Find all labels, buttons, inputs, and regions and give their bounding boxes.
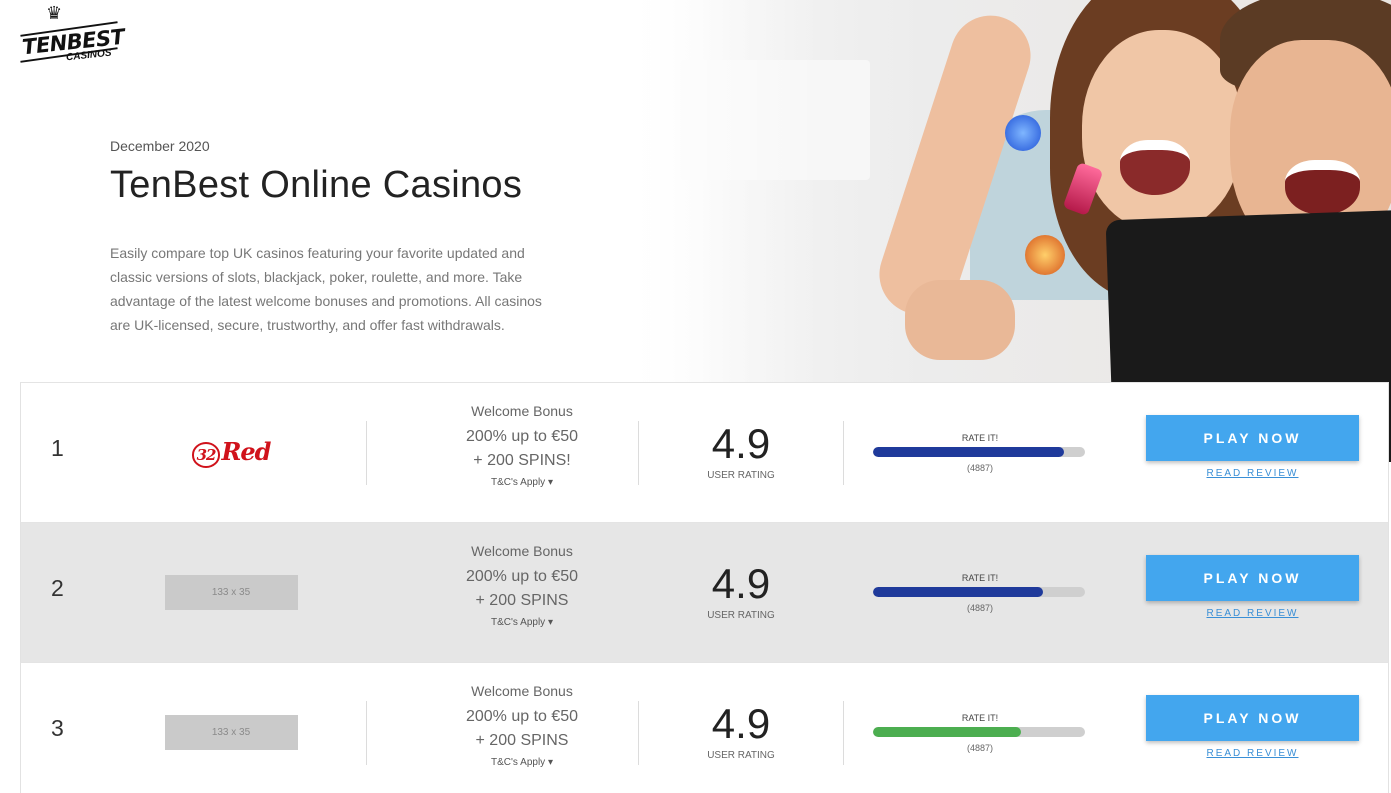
play-now-button[interactable]: PLAY NOW [1146, 555, 1359, 601]
play-now-button[interactable]: PLAY NOW [1146, 695, 1359, 741]
bonus-line-1: 200% up to €50 [465, 568, 579, 585]
hero-date: December 2020 [110, 138, 210, 154]
rate-it-label: RATE IT! [961, 713, 999, 723]
rating-value: 4.9 [711, 560, 771, 607]
divider [843, 701, 844, 765]
bonus-text: 200% up to €50 + 200 SPINS! [386, 425, 658, 473]
caret-down-icon: ▾ [547, 757, 553, 768]
bonus-cell: Welcome Bonus 200% up to €50 + 200 SPINS… [386, 543, 658, 628]
rating-bar[interactable] [873, 727, 1085, 737]
user-rating: 4.9 USER RATING [681, 698, 801, 761]
rating-value: 4.9 [711, 700, 771, 747]
casino-row: 1 32 Red Welcome Bonus 200% up to €50 + 2… [20, 382, 1389, 522]
crown-icon: ♛ [46, 3, 63, 23]
rate-it-label: RATE IT! [961, 433, 999, 443]
caret-down-icon: ▾ [547, 617, 553, 628]
user-rating: 4.9 USER RATING [681, 558, 801, 621]
hero-description: Easily compare top UK casinos featuring … [110, 245, 542, 333]
user-rating: 4.9 USER RATING [681, 418, 801, 481]
casino-logo[interactable]: 133 x 35 [161, 573, 301, 611]
page: ♛ TENBEST CASINOS December 2020 TenBest … [0, 0, 1391, 793]
divider [638, 701, 639, 765]
rating-bar-fill [873, 587, 1043, 597]
rating-label: USER RATING [707, 610, 775, 621]
bonus-text: 200% up to €50 + 200 SPINS [386, 565, 658, 613]
rating-value: 4.9 [711, 420, 771, 467]
rating-count: (4887) [966, 463, 993, 473]
rating-label: USER RATING [707, 750, 775, 761]
casino-logo[interactable]: 133 x 35 [161, 713, 301, 751]
rank-number: 3 [51, 715, 64, 741]
casino-list: 1 32 Red Welcome Bonus 200% up to €50 + 2… [20, 382, 1389, 793]
rating-bar-fill [873, 447, 1064, 457]
rank-number: 2 [51, 575, 64, 601]
rank-number: 1 [51, 435, 64, 461]
hero-text: December 2020 TenBest Online Casinos Eas… [110, 138, 550, 337]
divider [843, 421, 844, 485]
bonus-line-2: + 200 SPINS! [473, 452, 571, 469]
bonus-line-2: + 200 SPINS [475, 592, 569, 609]
bonus-line-1: 200% up to €50 [465, 708, 579, 725]
divider [366, 561, 367, 625]
site-logo[interactable]: ♛ TENBEST CASINOS [20, 3, 126, 66]
rating-bar-fill [873, 727, 1022, 737]
rating-label: USER RATING [707, 470, 775, 481]
rate-it-widget[interactable]: RATE IT! (4887) [873, 713, 1087, 753]
rate-it-widget[interactable]: RATE IT! (4887) [873, 433, 1087, 473]
casino-logo-32red: 32 Red [191, 437, 271, 468]
caret-down-icon: ▾ [547, 477, 553, 488]
read-review-link[interactable]: READ REVIEW [1146, 468, 1359, 479]
rating-bar[interactable] [873, 447, 1085, 457]
read-review-link[interactable]: READ REVIEW [1146, 748, 1359, 759]
page-title: TenBest Online Casinos [110, 164, 523, 206]
play-now-button[interactable]: PLAY NOW [1146, 415, 1359, 461]
bonus-heading: Welcome Bonus [471, 403, 573, 419]
logo-placeholder: 133 x 35 [164, 574, 298, 610]
rating-bar[interactable] [873, 587, 1085, 597]
divider [638, 421, 639, 485]
bonus-heading: Welcome Bonus [471, 543, 573, 559]
logo-placeholder: 133 x 35 [164, 714, 298, 750]
bonus-cell: Welcome Bonus 200% up to €50 + 200 SPINS… [386, 403, 658, 488]
bonus-cell: Welcome Bonus 200% up to €50 + 200 SPINS… [386, 683, 658, 768]
rate-it-widget[interactable]: RATE IT! (4887) [873, 573, 1087, 613]
casino-logo[interactable]: 32 Red [161, 433, 301, 471]
divider [366, 421, 367, 485]
bonus-line-1: 200% up to €50 [465, 428, 579, 445]
bonus-text: 200% up to €50 + 200 SPINS [386, 705, 658, 753]
casino-row: 3 133 x 35 Welcome Bonus 200% up to €50 … [20, 662, 1389, 793]
casino-row: 2 133 x 35 Welcome Bonus 200% up to €50 … [20, 522, 1389, 662]
tc-dropdown[interactable]: T&C's Apply ▾ [386, 477, 658, 488]
bonus-line-2: + 200 SPINS [475, 732, 569, 749]
read-review-link[interactable]: READ REVIEW [1146, 608, 1359, 619]
rating-count: (4887) [966, 603, 993, 613]
divider [366, 701, 367, 765]
rate-it-label: RATE IT! [961, 573, 999, 583]
tc-dropdown[interactable]: T&C's Apply ▾ [386, 757, 658, 768]
tc-dropdown[interactable]: T&C's Apply ▾ [386, 617, 658, 628]
rating-count: (4887) [966, 743, 993, 753]
bonus-heading: Welcome Bonus [471, 683, 573, 699]
